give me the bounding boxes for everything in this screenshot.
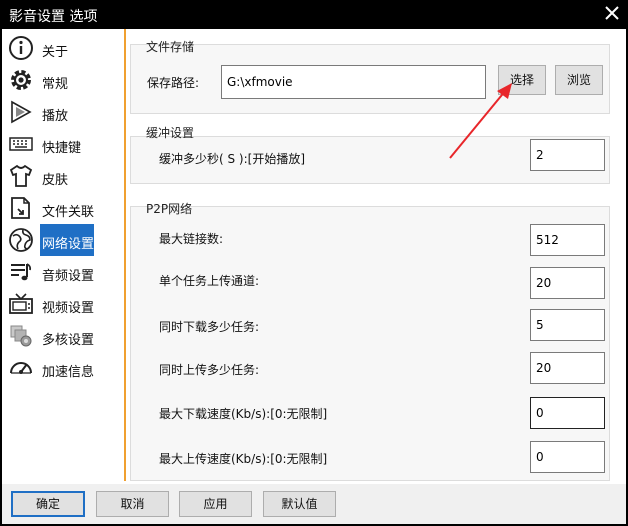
sidebar-item-label: 音频设置 xyxy=(42,269,95,284)
sidebar-item-skin[interactable]: 皮肤 xyxy=(2,160,124,192)
info-icon xyxy=(9,36,33,60)
close-icon[interactable] xyxy=(605,6,619,20)
play-icon xyxy=(11,100,32,124)
sidebar-item-label: 加速信息 xyxy=(42,365,95,380)
sidebar-item-playback[interactable]: 播放 xyxy=(2,96,124,128)
sidebar-item-acceleration[interactable]: 加速信息 xyxy=(2,352,124,384)
title-bar[interactable]: 影音设置 选项 xyxy=(0,0,628,29)
save-path-label: 保存路径: xyxy=(147,76,200,90)
multicore-icon xyxy=(10,325,32,347)
max-download-speed-input[interactable] xyxy=(530,397,605,429)
sidebar-item-hotkeys[interactable]: 快捷键 xyxy=(2,128,124,160)
network-settings-panel: 文件存储 保存路径: 选择 浏览 缓冲设置 缓冲多少秒( S ):[开始播放] … xyxy=(126,29,626,484)
network-icon xyxy=(9,228,33,252)
sidebar-item-label: 文件关联 xyxy=(42,205,95,220)
settings-window: 影音设置 选项 关于 常规 播放 快捷键 皮肤 文件关联 网络设置 音频设置 视… xyxy=(0,0,628,526)
sidebar-item-multicore[interactable]: 多核设置 xyxy=(2,320,124,352)
max-upload-speed-label: 最大上传速度(Kb/s):[0:无限制] xyxy=(159,452,328,466)
file-storage-title: 文件存储 xyxy=(146,40,195,54)
buffer-title: 缓冲设置 xyxy=(146,126,195,140)
select-folder-button[interactable]: 选择 xyxy=(498,65,546,95)
concurrent-downloads-input[interactable] xyxy=(530,309,605,341)
max-upload-speed-input[interactable] xyxy=(530,441,605,473)
upload-channels-input[interactable] xyxy=(530,267,605,299)
cancel-button[interactable]: 取消 xyxy=(96,491,169,517)
sidebar-item-general[interactable]: 常规 xyxy=(2,64,124,96)
buffer-seconds-input[interactable] xyxy=(530,139,605,171)
upload-channels-label: 单个任务上传通道: xyxy=(159,274,260,288)
sidebar-item-label: 视频设置 xyxy=(42,301,95,316)
speedometer-icon xyxy=(10,362,32,374)
dialog-body: 关于 常规 播放 快捷键 皮肤 文件关联 网络设置 音频设置 视频设置 多核设置… xyxy=(2,29,626,524)
sidebar-item-label: 网络设置 xyxy=(42,237,95,252)
window-title: 影音设置 选项 xyxy=(9,9,98,25)
ok-button[interactable]: 确定 xyxy=(11,491,85,517)
sidebar-item-video[interactable]: 视频设置 xyxy=(2,288,124,320)
sidebar-item-about[interactable]: 关于 xyxy=(2,32,124,64)
concurrent-uploads-input[interactable] xyxy=(530,352,605,384)
sidebar-item-file-association[interactable]: 文件关联 xyxy=(2,192,124,224)
sidebar-item-audio[interactable]: 音频设置 xyxy=(2,256,124,288)
buffer-seconds-label: 缓冲多少秒( S ):[开始播放] xyxy=(159,152,306,166)
default-button[interactable]: 默认值 xyxy=(263,491,336,517)
sidebar-item-label: 关于 xyxy=(42,45,69,60)
gear-icon xyxy=(11,70,31,90)
max-connections-label: 最大链接数: xyxy=(159,232,224,246)
sidebar-item-label: 播放 xyxy=(42,109,69,124)
dialog-footer: 确定 取消 应用 默认值 xyxy=(2,484,626,524)
tv-icon xyxy=(9,293,33,314)
sidebar-item-label: 快捷键 xyxy=(42,141,82,156)
audio-list-icon xyxy=(11,263,32,281)
save-path-input[interactable] xyxy=(221,65,486,99)
sidebar-item-network[interactable]: 网络设置 xyxy=(2,224,124,256)
apply-button[interactable]: 应用 xyxy=(179,491,252,517)
sidebar-nav: 关于 常规 播放 快捷键 皮肤 文件关联 网络设置 音频设置 视频设置 多核设置… xyxy=(2,29,124,484)
concurrent-downloads-label: 同时下载多少任务: xyxy=(159,320,260,334)
shirt-icon xyxy=(9,164,33,187)
sidebar-item-label: 多核设置 xyxy=(42,333,95,348)
keyboard-icon xyxy=(9,137,33,151)
max-download-speed-label: 最大下载速度(Kb/s):[0:无限制] xyxy=(159,407,328,421)
file-link-icon xyxy=(11,197,30,219)
sidebar-item-label: 皮肤 xyxy=(42,173,69,188)
browse-button[interactable]: 浏览 xyxy=(555,65,603,95)
max-connections-input[interactable] xyxy=(530,224,605,256)
concurrent-uploads-label: 同时上传多少任务: xyxy=(159,363,260,377)
p2p-title: P2P网络 xyxy=(146,202,193,216)
sidebar-item-label: 常规 xyxy=(42,77,69,92)
